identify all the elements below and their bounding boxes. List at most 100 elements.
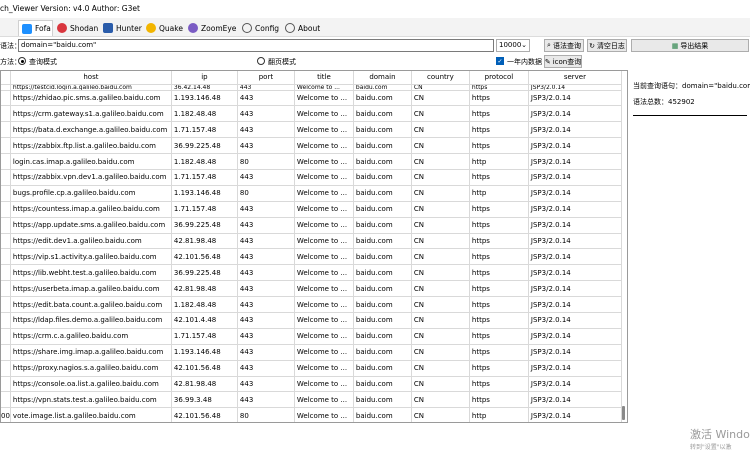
tab-label: ZoomEye xyxy=(201,23,237,33)
cell-host: https://crm.c.a.galileo.baidu.com xyxy=(10,328,172,345)
table-row[interactable]: login.cas.imap.a.galileo.baidu.com 1.182.… xyxy=(1,153,622,170)
cell-host: bugs.profile.cp.a.galileo.baidu.com xyxy=(10,185,172,202)
cell-port: 443 xyxy=(237,233,295,250)
tab-config[interactable]: Config xyxy=(242,20,282,36)
cell-host: vote.image.list.a.galileo.baidu.com xyxy=(10,407,172,422)
table-row[interactable]: https://userbeta.imap.a.galileo.baidu.co… xyxy=(1,280,622,298)
tab-fofa[interactable]: Fofa xyxy=(18,20,53,36)
cell-country: CN xyxy=(411,391,470,409)
header-host[interactable]: host xyxy=(10,71,172,85)
tab-zoomeye[interactable]: ZoomEye xyxy=(188,20,238,36)
query-input[interactable]: domain="baidu.com" xyxy=(18,39,494,52)
table-row[interactable]: https://share.img.imap.a.galileo.baidu.c… xyxy=(1,344,622,361)
cell-port: 80 xyxy=(237,153,295,170)
size-select[interactable]: 10000 ⌄ xyxy=(496,39,530,52)
cell-port: 443 xyxy=(237,280,295,298)
cell-domain: baidu.com xyxy=(353,233,412,250)
cell-server: JSP3/2.0.14 xyxy=(528,360,622,377)
table-row[interactable]: https://edit.bata.count.a.galileo.baidu.… xyxy=(1,296,622,313)
cell-protocol: https xyxy=(469,169,529,186)
total-count-text: 语法总数：452902 xyxy=(633,98,695,106)
wrench-icon: ✎ xyxy=(544,57,551,66)
cell-ip: 42.81.98.48 xyxy=(171,376,238,393)
cell-port: 443 xyxy=(237,201,295,218)
header-ip[interactable]: ip xyxy=(171,71,238,85)
cell-title: Welcome to ... xyxy=(294,360,354,377)
export-button[interactable]: ▦ 导出结果 xyxy=(631,39,749,52)
cell-country: CN xyxy=(411,407,470,422)
table-row[interactable]: https://lib.webht.test.a.galileo.baidu.c… xyxy=(1,264,622,282)
cell-protocol: https xyxy=(469,90,529,107)
cell-protocol: https xyxy=(469,137,529,155)
table-row[interactable]: https://zhidao.pic.sms.a.galileo.baidu.c… xyxy=(1,90,622,107)
table-scrollbar[interactable] xyxy=(622,406,625,420)
cell-domain: baidu.com xyxy=(353,376,412,393)
page-mode-radio[interactable] xyxy=(257,57,265,65)
table-row[interactable]: https://zabbix.vpn.dev1.a.galileo.baidu.… xyxy=(1,169,622,186)
table-row[interactable]: https://app.update.sms.a.galileo.baidu.c… xyxy=(1,217,622,234)
header-server[interactable]: server xyxy=(528,71,622,85)
header-country[interactable]: country xyxy=(411,71,470,85)
info-icon xyxy=(285,23,295,33)
icon-query-button[interactable]: ✎ icon查询 xyxy=(544,55,582,68)
header-protocol[interactable]: protocol xyxy=(469,71,529,85)
cell-domain: baidu.com xyxy=(353,328,412,345)
cell-domain: baidu.com xyxy=(353,312,412,329)
cell-ip: 36.99.225.48 xyxy=(171,217,238,234)
cell-country: CN xyxy=(411,185,470,202)
cell-title: Welcome to ... xyxy=(294,280,354,298)
gear-icon xyxy=(242,23,252,33)
search-button[interactable]: ⌕ 语法查询 xyxy=(544,39,584,52)
cell-index xyxy=(1,312,11,329)
header-title[interactable]: title xyxy=(294,71,354,85)
table-row[interactable]: https://countess.imap.a.galileo.baidu.co… xyxy=(1,201,622,218)
cell-ip: 42.101.56.48 xyxy=(171,248,238,266)
one-year-checkbox[interactable]: ✓ xyxy=(496,57,504,65)
table-icon: ▦ xyxy=(671,41,679,50)
cell-index: 00 xyxy=(1,407,11,422)
cell-title: Welcome to ... xyxy=(294,391,354,409)
table-row[interactable]: bugs.profile.cp.a.galileo.baidu.com 1.193… xyxy=(1,185,622,202)
table-row[interactable]: https://zabbix.ftp.list.a.galileo.baidu.… xyxy=(1,137,622,155)
cell-host: https://zhidao.pic.sms.a.galileo.baidu.c… xyxy=(10,90,172,107)
cell-index xyxy=(1,105,11,123)
icon-query-label: icon查询 xyxy=(552,57,582,66)
header-port[interactable]: port xyxy=(237,71,295,85)
table-row[interactable]: https://crm.c.a.galileo.baidu.com 1.71.15… xyxy=(1,328,622,345)
table-row[interactable]: https://bata.d.exchange.a.galileo.baidu.… xyxy=(1,121,622,139)
cell-title: Welcome to ... xyxy=(294,185,354,202)
cell-protocol: http xyxy=(469,153,529,170)
table-row[interactable]: https://ldap.files.demo.a.galileo.baidu.… xyxy=(1,312,622,329)
clear-button-label: 清空日志 xyxy=(596,41,625,50)
table-row[interactable]: 00 vote.image.list.a.galileo.baidu.com 42.… xyxy=(1,407,622,422)
cell-index xyxy=(1,201,11,218)
tab-label: Hunter xyxy=(116,23,142,33)
tab-about[interactable]: About xyxy=(285,20,325,36)
watermark-line2: 转到"设置"以激 xyxy=(690,444,732,450)
tab-hunter[interactable]: Hunter xyxy=(103,20,148,36)
clear-log-button[interactable]: ↻ 清空日志 xyxy=(587,39,627,52)
cell-port: 443 xyxy=(237,264,295,282)
cell-country: CN xyxy=(411,344,470,361)
table-row[interactable]: https://vpn.stats.test.a.galileo.baidu.c… xyxy=(1,391,622,409)
cell-country: CN xyxy=(411,312,470,329)
table-row[interactable]: https://crm.gateway.s1.a.galileo.baidu.c… xyxy=(1,105,622,123)
tab-quake[interactable]: Quake xyxy=(146,20,191,36)
table-row[interactable]: https://console.oa.list.a.galileo.baidu.… xyxy=(1,376,622,393)
results-table-panel[interactable]: host ip port title domain country protoc… xyxy=(0,70,628,423)
query-mode-radio[interactable] xyxy=(18,57,26,65)
cell-index xyxy=(1,360,11,377)
cell-server: JSP3/2.0.14 xyxy=(528,90,622,107)
table-row[interactable]: https://edit.dev1.a.galileo.baidu.com 42.… xyxy=(1,233,622,250)
cell-host: https://edit.dev1.a.galileo.baidu.com xyxy=(10,233,172,250)
cell-port: 443 xyxy=(237,248,295,266)
tab-shodan[interactable]: Shodan xyxy=(57,20,102,36)
table-row[interactable]: https://vip.s1.activity.a.galileo.baidu.… xyxy=(1,248,622,266)
header-domain[interactable]: domain xyxy=(353,71,412,85)
tab-label: Fofa xyxy=(35,24,51,33)
quake-icon xyxy=(146,23,156,33)
table-row[interactable]: https://proxy.nagios.s.a.galileo.baidu.c… xyxy=(1,360,622,377)
cell-protocol: https xyxy=(469,376,529,393)
cell-port: 443 xyxy=(237,391,295,409)
cell-title: Welcome to ... xyxy=(294,153,354,170)
